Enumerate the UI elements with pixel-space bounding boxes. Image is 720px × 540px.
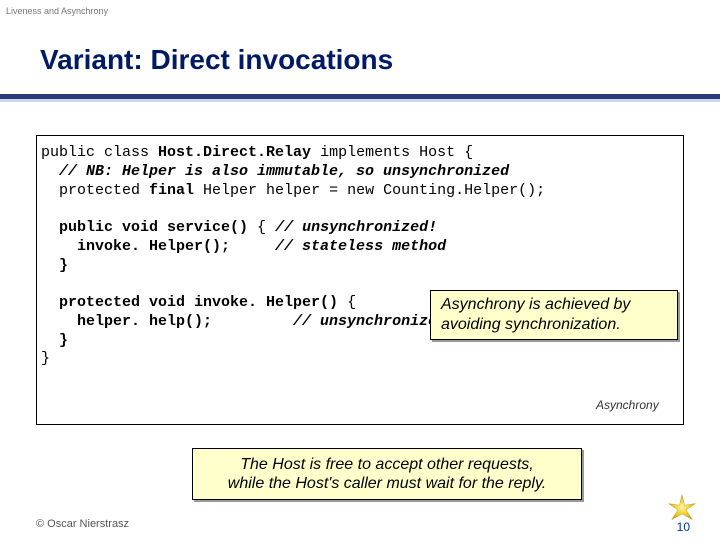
- code-box: public class Host.Direct.Relay implement…: [36, 135, 684, 425]
- title-rule-light: [0, 99, 720, 102]
- page-number: 10: [677, 520, 690, 534]
- copyright: © Oscar Nierstrasz: [36, 518, 129, 530]
- slide-title: Variant: Direct invocations: [40, 44, 393, 76]
- slide: Liveness and Asynchrony Variant: Direct …: [0, 0, 720, 540]
- package-label: Asynchrony: [596, 398, 659, 412]
- topic-label: Liveness and Asynchrony: [6, 6, 108, 16]
- note-bottom: The Host is free to accept other request…: [192, 448, 582, 500]
- note-asynchrony: Asynchrony is achieved by avoiding synch…: [430, 290, 678, 340]
